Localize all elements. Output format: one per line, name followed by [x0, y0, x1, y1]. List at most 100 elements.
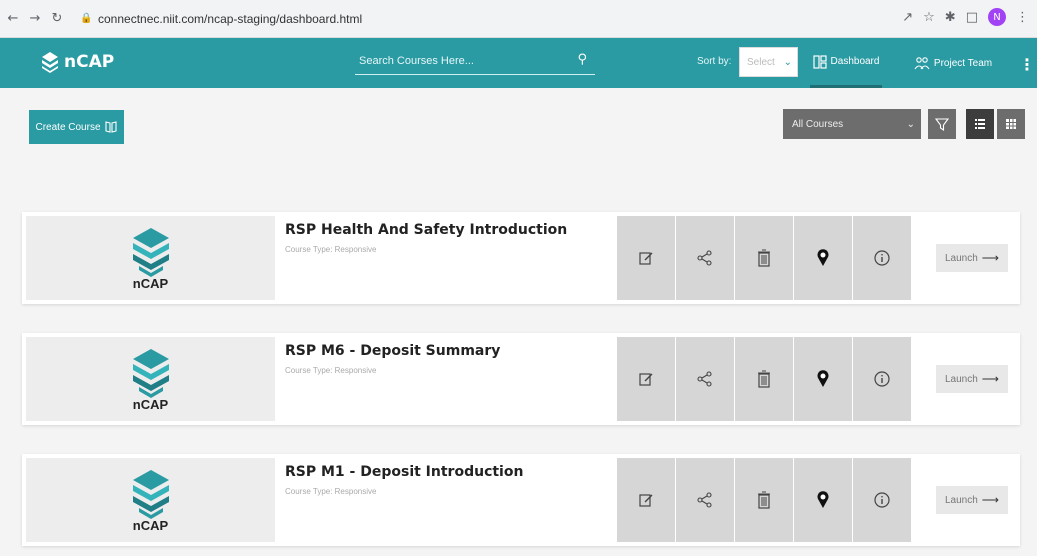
- edit-button[interactable]: [617, 337, 675, 421]
- arrow-right-icon: ⟶: [981, 372, 999, 386]
- thumbnail-label: nCAP: [132, 396, 169, 412]
- course-filter-select[interactable]: All Courses ⌄: [783, 109, 921, 139]
- grid-view-button[interactable]: [997, 109, 1025, 139]
- chevron-down-icon: ⌄: [906, 118, 915, 130]
- edit-button[interactable]: [617, 458, 675, 542]
- course-type: Course Type: Responsive: [285, 245, 377, 254]
- sort-value: Select: [747, 56, 775, 68]
- edit-icon: [639, 252, 653, 265]
- location-pin-icon: [817, 491, 829, 508]
- course-type: Course Type: Responsive: [285, 366, 377, 375]
- share-icon[interactable]: ↗: [902, 10, 913, 25]
- logo-text: nCAP: [64, 52, 115, 72]
- book-icon: [104, 121, 117, 133]
- location-pin-icon: [817, 370, 829, 387]
- nav-project-team[interactable]: Project Team: [912, 38, 994, 88]
- delete-button[interactable]: [735, 337, 793, 421]
- nav-team-label: Project Team: [933, 57, 993, 69]
- reload-icon[interactable]: ↻: [48, 10, 66, 28]
- team-icon: [914, 57, 930, 70]
- ncap-logo-icon: [132, 227, 169, 277]
- forward-icon[interactable]: →: [26, 10, 44, 28]
- arrow-right-icon: ⟶: [981, 251, 999, 265]
- edit-icon: [639, 494, 653, 507]
- dashboard-icon: [812, 54, 827, 69]
- ncap-logo-icon: [132, 469, 169, 519]
- course-title[interactable]: RSP M6 - Deposit Summary: [285, 343, 500, 359]
- location-button[interactable]: [794, 337, 852, 421]
- app-header: nCAP ⚲ Sort by: Select ⌄ Dashboard Proje…: [0, 38, 1037, 88]
- share-button[interactable]: [676, 216, 734, 300]
- info-icon: [874, 492, 890, 508]
- launch-button[interactable]: Launch ⟶: [936, 365, 1008, 393]
- share-icon: [697, 371, 712, 387]
- ncap-logo-icon: [132, 348, 169, 398]
- course-title[interactable]: RSP M1 - Deposit Introduction: [285, 464, 523, 480]
- info-button[interactable]: [853, 337, 911, 421]
- course-filter-value: All Courses: [792, 118, 844, 130]
- address-bar[interactable]: 🔒 connectnec.niit.com/ncap-staging/dashb…: [80, 7, 880, 31]
- course-actions: [617, 458, 911, 542]
- trash-icon: [758, 249, 770, 267]
- sort-select[interactable]: Select ⌄: [739, 47, 798, 77]
- browser-toolbar: ← → ↻ 🔒 connectnec.niit.com/ncap-staging…: [0, 0, 1037, 38]
- course-thumbnail[interactable]: nCAP: [26, 458, 275, 542]
- browser-menu-icon[interactable]: ⋮: [1016, 10, 1029, 25]
- launch-label: Launch: [944, 252, 978, 264]
- course-type: Course Type: Responsive: [285, 487, 377, 496]
- create-course-button[interactable]: Create Course: [29, 110, 124, 144]
- launch-button[interactable]: Launch ⟶: [936, 486, 1008, 514]
- course-actions: [617, 337, 911, 421]
- location-pin-icon: [817, 249, 829, 266]
- sidepanel-icon[interactable]: □: [966, 10, 978, 25]
- nav-dashboard[interactable]: Dashboard: [810, 38, 882, 88]
- browser-actions: ↗ ☆ ✱ □ N ⋮: [902, 8, 1029, 26]
- delete-button[interactable]: [735, 216, 793, 300]
- edit-button[interactable]: [617, 216, 675, 300]
- logo-icon: [42, 52, 58, 73]
- chevron-down-icon: ⌄: [783, 56, 792, 68]
- app-logo[interactable]: nCAP: [38, 50, 114, 74]
- sort-label: Sort by:: [697, 56, 732, 67]
- thumbnail-label: nCAP: [132, 517, 169, 533]
- delete-button[interactable]: [735, 458, 793, 542]
- share-button[interactable]: [676, 458, 734, 542]
- trash-icon: [758, 491, 770, 509]
- extensions-icon[interactable]: ✱: [945, 10, 956, 25]
- course-title[interactable]: RSP Health And Safety Introduction: [285, 222, 567, 238]
- nav-dashboard-label: Dashboard: [830, 56, 880, 67]
- launch-button[interactable]: Launch ⟶: [936, 244, 1008, 272]
- filter-icon: [935, 118, 949, 131]
- lock-icon: 🔒: [80, 13, 93, 24]
- launch-label: Launch: [944, 494, 978, 506]
- search-bar: ⚲: [355, 49, 595, 75]
- profile-avatar[interactable]: N: [988, 8, 1006, 26]
- share-icon: [697, 250, 712, 266]
- grid-view-icon: [1006, 119, 1016, 129]
- kebab-menu-icon[interactable]: ⋮: [1019, 55, 1035, 74]
- course-thumbnail[interactable]: nCAP: [26, 337, 275, 421]
- filter-button[interactable]: [928, 109, 956, 139]
- search-icon[interactable]: ⚲: [577, 52, 587, 67]
- info-button[interactable]: [853, 216, 911, 300]
- location-button[interactable]: [794, 458, 852, 542]
- launch-label: Launch: [944, 373, 978, 385]
- search-input[interactable]: [355, 49, 565, 73]
- star-icon[interactable]: ☆: [923, 10, 935, 25]
- edit-icon: [639, 373, 653, 386]
- course-actions: [617, 216, 911, 300]
- course-card: nCAP RSP M6 - Deposit Summary Course Typ…: [22, 333, 1020, 425]
- create-course-label: Create Course: [35, 121, 101, 133]
- back-icon[interactable]: ←: [4, 10, 22, 28]
- info-icon: [874, 371, 890, 387]
- course-thumbnail[interactable]: nCAP: [26, 216, 275, 300]
- url-text: connectnec.niit.com/ncap-staging/dashboa…: [98, 12, 363, 26]
- list-view-button[interactable]: [966, 109, 994, 139]
- location-button[interactable]: [794, 216, 852, 300]
- course-card: nCAP RSP Health And Safety Introduction …: [22, 212, 1020, 304]
- arrow-right-icon: ⟶: [981, 493, 999, 507]
- list-view-icon: [975, 119, 985, 129]
- info-button[interactable]: [853, 458, 911, 542]
- info-icon: [874, 250, 890, 266]
- share-button[interactable]: [676, 337, 734, 421]
